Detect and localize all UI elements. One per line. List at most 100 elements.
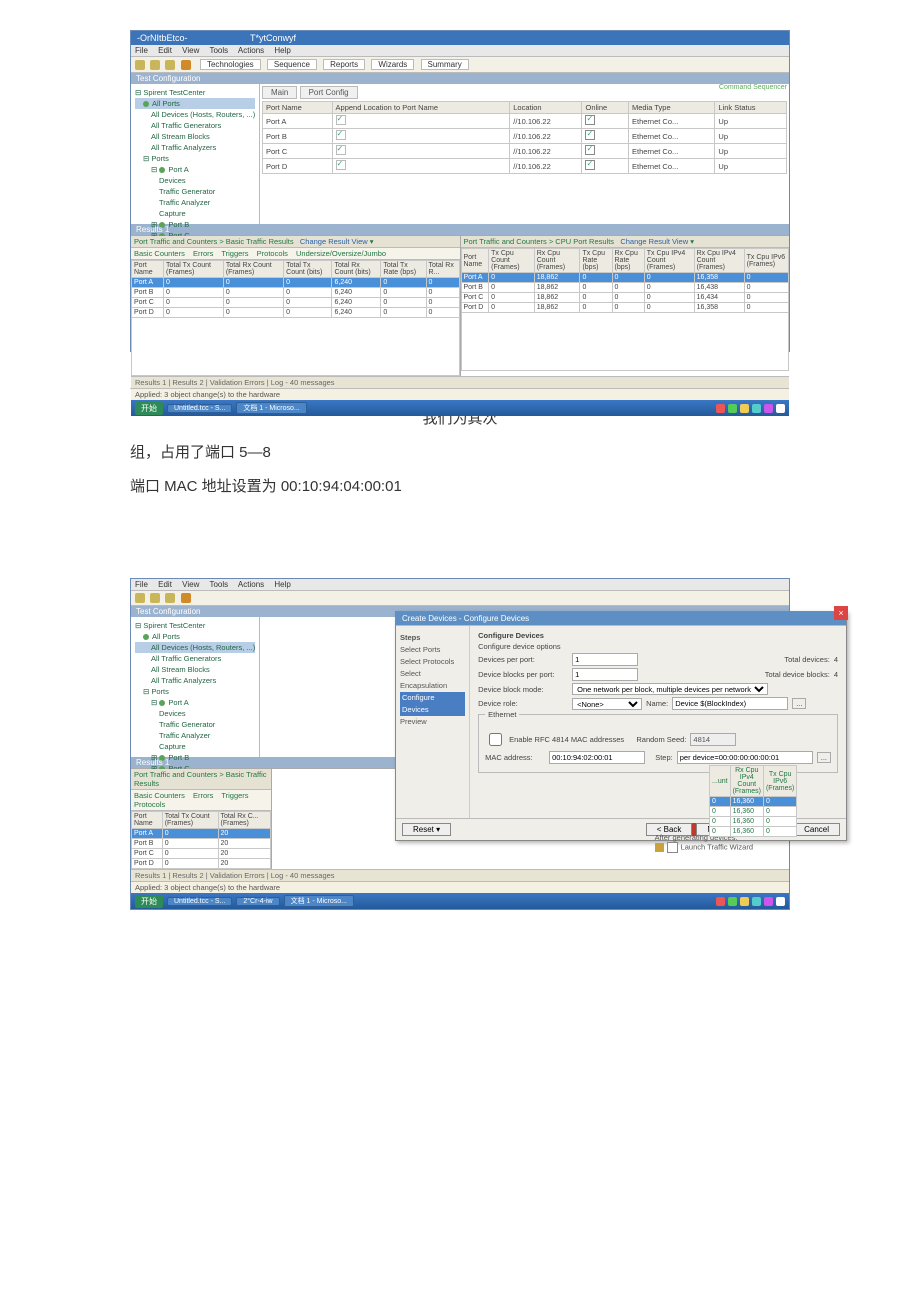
- tray-icon[interactable]: [776, 897, 785, 906]
- tree-traffic-analyzer[interactable]: Traffic Analyzer: [135, 197, 255, 208]
- tree-ports[interactable]: ⊟ Ports: [135, 686, 255, 697]
- tray-icon[interactable]: [716, 897, 725, 906]
- tab-protocols[interactable]: Protocols: [134, 800, 165, 809]
- tree-all-traffic-analyzers[interactable]: All Traffic Analyzers: [135, 142, 255, 153]
- taskbar[interactable]: 开始 Untitled.tcc - S... 文档 1 - Microso...: [131, 400, 789, 416]
- mac-address-input[interactable]: [549, 751, 645, 764]
- tree-root[interactable]: ⊟ Spirent TestCenter: [135, 87, 255, 98]
- open-icon[interactable]: [150, 60, 160, 70]
- tree-all-ports[interactable]: All Ports: [135, 98, 255, 109]
- menu-bar[interactable]: File Edit View Tools Actions Help: [131, 45, 789, 57]
- tree-root[interactable]: ⊟ Spirent TestCenter: [135, 620, 255, 631]
- tab-test-configuration[interactable]: Test Configuration: [131, 73, 789, 84]
- launch-wizard-checkbox[interactable]: [667, 842, 678, 853]
- system-tray[interactable]: [716, 404, 785, 413]
- change-view-link[interactable]: Change Result View: [300, 237, 368, 246]
- mac-step-input[interactable]: [677, 751, 813, 764]
- checkbox[interactable]: [585, 130, 595, 140]
- chassis-icon[interactable]: [181, 60, 191, 70]
- tree-traffic-generator[interactable]: Traffic Generator: [135, 719, 255, 730]
- device-name-input[interactable]: [672, 697, 788, 710]
- tree-all-devices[interactable]: All Devices (Hosts, Routers, ...): [135, 109, 255, 120]
- menu-help[interactable]: Help: [274, 46, 290, 55]
- results-foot-tabs[interactable]: Results 1 | Results 2 | Validation Error…: [131, 376, 789, 388]
- tree-ports[interactable]: ⊟ Ports: [135, 153, 255, 164]
- taskbar-app-1[interactable]: Untitled.tcc - S...: [167, 404, 232, 413]
- left-data-table[interactable]: Port NameTotal Tx Count (Frames)Total Rx…: [131, 811, 271, 869]
- tab-protocols[interactable]: Protocols: [257, 249, 288, 258]
- table-row[interactable]: Port A018,86200016,3580: [461, 273, 789, 283]
- checkbox[interactable]: [336, 145, 346, 155]
- ellipsis-button[interactable]: ...: [792, 698, 806, 709]
- checkbox[interactable]: [336, 130, 346, 140]
- menu-actions[interactable]: Actions: [238, 580, 264, 589]
- port-tabs[interactable]: Main Port Config: [262, 86, 787, 99]
- menu-actions[interactable]: Actions: [238, 46, 264, 55]
- start-button[interactable]: 开始: [135, 402, 163, 415]
- results-foot-tabs[interactable]: Results 1 | Results 2 | Validation Error…: [131, 869, 789, 881]
- tray-icon[interactable]: [728, 404, 737, 413]
- taskbar[interactable]: 开始 Untitled.tcc - S... 2°Cr-4-iw 文档 1 - …: [131, 893, 789, 909]
- tree-capture[interactable]: Capture: [135, 741, 255, 752]
- table-row[interactable]: Port A0006,24000: [132, 278, 460, 288]
- menu-tools[interactable]: Tools: [209, 580, 228, 589]
- tab-triggers[interactable]: Triggers: [221, 791, 248, 800]
- reset-button[interactable]: Reset ▾: [402, 823, 451, 836]
- menu-edit[interactable]: Edit: [158, 46, 172, 55]
- checkbox[interactable]: [585, 115, 595, 125]
- tree-all-stream-blocks[interactable]: All Stream Blocks: [135, 664, 255, 675]
- table-row[interactable]: 016,3600: [710, 807, 797, 817]
- toolbar-wizards[interactable]: Wizards: [371, 59, 414, 70]
- enable-rfc-checkbox[interactable]: [489, 733, 502, 746]
- table-row[interactable]: Port B0006,24000: [132, 288, 460, 298]
- right-data-table[interactable]: ...untRx Cpu IPv4 Count (Frames)Tx Cpu I…: [709, 765, 797, 837]
- checkbox[interactable]: [585, 160, 595, 170]
- checkbox[interactable]: [336, 115, 346, 125]
- new-icon[interactable]: [135, 593, 145, 603]
- tray-icon[interactable]: [728, 897, 737, 906]
- toolbar-reports[interactable]: Reports: [323, 59, 365, 70]
- step-item[interactable]: Preview: [400, 716, 465, 728]
- tree-all-devices[interactable]: All Devices (Hosts, Routers, ...): [135, 642, 255, 653]
- tray-icon[interactable]: [764, 897, 773, 906]
- table-row[interactable]: 016,3600: [710, 797, 797, 807]
- table-row[interactable]: Port C018,86200016,4340: [461, 293, 789, 303]
- table-row[interactable]: 016,3600: [710, 827, 797, 837]
- change-view-link[interactable]: Change Result View: [620, 237, 688, 246]
- table-row[interactable]: 016,3600: [710, 817, 797, 827]
- table-row[interactable]: Port A020: [132, 829, 271, 839]
- table-row[interactable]: Port B020: [132, 839, 271, 849]
- device-role-select[interactable]: <None>: [572, 698, 642, 710]
- menu-view[interactable]: View: [182, 46, 199, 55]
- tab-errors[interactable]: Errors: [193, 249, 213, 258]
- side-tab-sequencer[interactable]: Command Sequencer: [719, 84, 787, 91]
- table-row[interactable]: Port C0006,24000: [132, 298, 460, 308]
- table-row[interactable]: Port B018,86200016,4380: [461, 283, 789, 293]
- right-data-table[interactable]: Port Name Tx Cpu Count (Frames) Rx Cpu C…: [461, 248, 790, 371]
- tree-traffic-generator[interactable]: Traffic Generator: [135, 186, 255, 197]
- tab-port-config[interactable]: Port Config: [300, 86, 358, 99]
- checkbox[interactable]: [585, 145, 595, 155]
- tree-all-ports[interactable]: All Ports: [135, 631, 255, 642]
- menu-tools[interactable]: Tools: [209, 46, 228, 55]
- toolbar[interactable]: Technologies Sequence Reports Wizards Su…: [131, 57, 789, 73]
- save-icon[interactable]: [165, 593, 175, 603]
- system-tray[interactable]: [716, 897, 785, 906]
- tab-errors[interactable]: Errors: [193, 791, 213, 800]
- table-row[interactable]: Port D018,86200016,3580: [461, 303, 789, 313]
- toolbar-sequence[interactable]: Sequence: [267, 59, 317, 70]
- toolbar[interactable]: [131, 591, 789, 606]
- devices-per-port-input[interactable]: [572, 653, 638, 666]
- tab-main[interactable]: Main: [262, 86, 297, 99]
- tree-all-traffic-analyzers[interactable]: All Traffic Analyzers: [135, 675, 255, 686]
- step-item[interactable]: Select Ports: [400, 644, 465, 656]
- open-icon[interactable]: [150, 593, 160, 603]
- left-data-table[interactable]: Port Name Total Tx Count (Frames) Total …: [131, 260, 460, 376]
- menu-bar[interactable]: File Edit View Tools Actions Help: [131, 579, 789, 591]
- taskbar-wizard[interactable]: 2°Cr-4-iw: [236, 897, 279, 906]
- table-row[interactable]: Port A//10.106.22Ethernet Co...Up: [263, 114, 787, 129]
- save-icon[interactable]: [165, 60, 175, 70]
- port-grid[interactable]: Port Name Append Location to Port Name L…: [262, 101, 787, 174]
- tab-basic-counters[interactable]: Basic Counters: [134, 249, 185, 258]
- tray-icon[interactable]: [740, 897, 749, 906]
